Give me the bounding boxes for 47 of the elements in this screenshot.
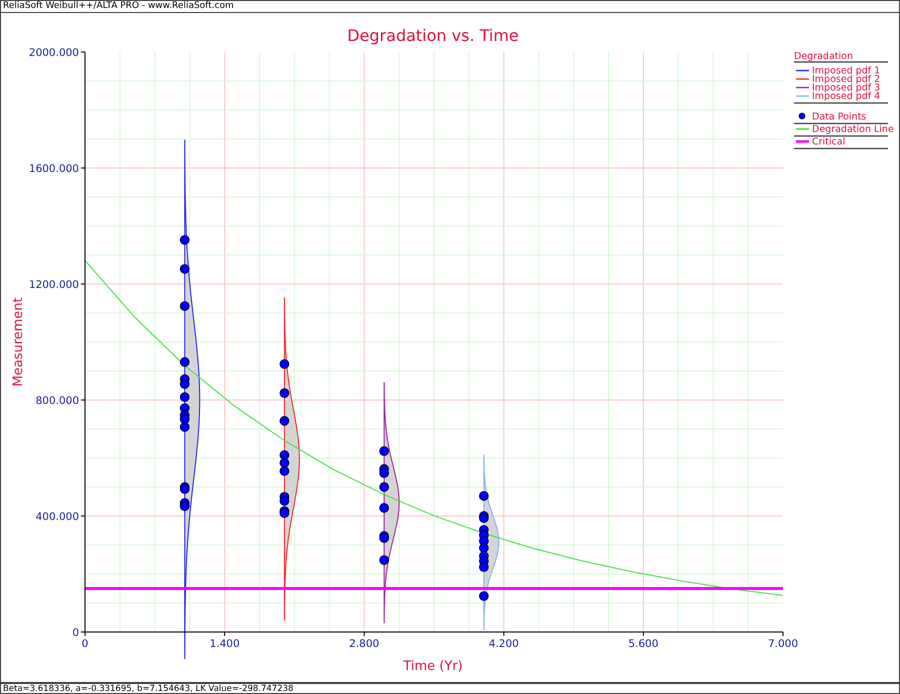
data-point xyxy=(280,416,290,426)
axis-tick-label: 0 xyxy=(72,627,79,639)
data-point xyxy=(379,555,389,565)
data-point xyxy=(180,357,190,367)
data-point xyxy=(280,466,290,476)
axis-tick-label: 7.000 xyxy=(768,638,798,650)
legend-label: Degradation Line xyxy=(812,124,894,135)
axis-tick-label: 2000.000 xyxy=(28,47,79,59)
axis-tick-label: 2.800 xyxy=(349,638,380,650)
data-point xyxy=(280,359,290,369)
legend-title: Degradation xyxy=(794,51,853,62)
data-point xyxy=(180,422,190,432)
chart-title: Degradation vs. Time xyxy=(347,26,519,45)
legend-label: Critical xyxy=(812,136,846,148)
axis-tick-label: 400.000 xyxy=(36,511,79,523)
window-title: ReliaSoft Weibull++/ALTA PRO - www.ReliaSoft.com xyxy=(3,1,234,11)
axis-tick-label: 1600.000 xyxy=(28,163,79,175)
legend-label: Data Points xyxy=(812,112,866,122)
data-point xyxy=(180,235,190,245)
data-point xyxy=(280,496,290,506)
data-point xyxy=(280,388,290,398)
x-axis-title: Time (Yr) xyxy=(403,659,463,674)
axis-tick-label: 1.400 xyxy=(210,638,240,650)
data-point xyxy=(180,301,190,311)
status-text: Beta=3.618336, a=-0.331695, b=7.154643, LK Value=-298.747238 xyxy=(3,684,294,694)
data-point xyxy=(379,503,389,513)
data-point xyxy=(180,414,190,424)
data-point xyxy=(479,591,489,601)
data-point xyxy=(379,482,389,492)
axis-tick-label: 5.600 xyxy=(628,638,658,650)
data-point xyxy=(379,446,389,456)
axis-tick-label: 800.000 xyxy=(36,395,79,407)
legend-label: Imposed pdf 1 xyxy=(812,66,880,76)
legend-label: Imposed pdf 2 xyxy=(812,74,880,85)
data-point xyxy=(180,379,190,389)
y-axis-title: Measurement xyxy=(11,297,26,387)
legend-label: Imposed pdf 4 xyxy=(812,91,880,102)
axis-tick-label: 4.200 xyxy=(488,638,519,650)
data-point xyxy=(479,562,489,572)
data-point xyxy=(180,501,190,511)
data-point xyxy=(180,264,190,274)
data-point xyxy=(180,392,190,402)
axis-tick-label: 0 xyxy=(82,638,88,650)
data-point xyxy=(479,491,489,501)
data-point xyxy=(379,468,389,478)
legend-label: Imposed pdf 3 xyxy=(812,82,880,94)
axis-tick-label: 1200.000 xyxy=(28,279,79,291)
